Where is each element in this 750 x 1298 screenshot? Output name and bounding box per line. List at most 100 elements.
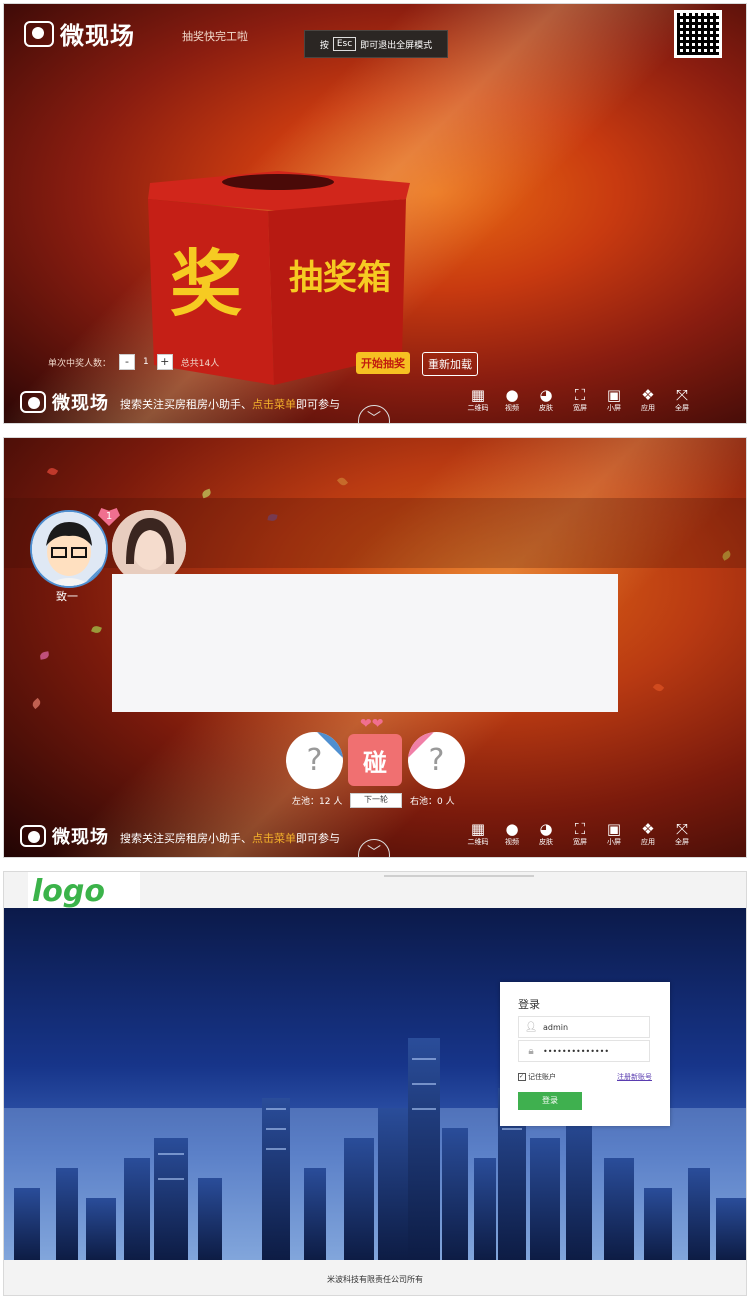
box-glyph: 奖 bbox=[170, 242, 242, 326]
tool-label: 皮肤 bbox=[539, 838, 553, 846]
footer-brand-name: 微现场 bbox=[52, 827, 109, 848]
next-round-button[interactable]: 下一轮 bbox=[350, 793, 402, 808]
blank-overlay-panel bbox=[112, 574, 618, 712]
tool-fullscreen[interactable]: ⤧ 全屏 bbox=[672, 387, 692, 413]
right-slot: ? ♀ bbox=[408, 732, 465, 789]
tool-label: 全屏 bbox=[675, 838, 689, 846]
tool-skin[interactable]: ◕ 皮肤 bbox=[536, 821, 556, 847]
falling-leaf bbox=[46, 466, 59, 477]
tool-label: 宽屏 bbox=[573, 838, 587, 846]
palette-icon: ◕ bbox=[539, 386, 553, 404]
left-slot: ? ♂ bbox=[286, 732, 343, 789]
remember-me[interactable]: ✓ 记住账户 bbox=[518, 1072, 556, 1082]
video-icon: ● bbox=[505, 386, 519, 404]
footer-brand: 微现场 bbox=[20, 823, 109, 849]
user-icon: 👤︎ bbox=[524, 1021, 538, 1033]
password-field[interactable]: 🔒︎ •••••••••••••• bbox=[518, 1040, 650, 1062]
increment-button[interactable]: + bbox=[156, 354, 173, 370]
city-skyline-background: 登录 👤︎ admin 🔒︎ •••••••••••••• ✓ 记住账户 注册新… bbox=[4, 908, 746, 1260]
user-avatar-2[interactable] bbox=[112, 510, 186, 584]
tool-small[interactable]: ▣ 小屏 bbox=[604, 821, 624, 847]
esc-hint: 按 Esc 即可退出全屏模式 bbox=[304, 30, 448, 58]
brand-logo: 微现场 bbox=[24, 16, 135, 51]
register-link[interactable]: 注册新账号 bbox=[617, 1072, 652, 1082]
esc-hint-prefix: 按 bbox=[319, 40, 329, 51]
username-field[interactable]: 👤︎ admin bbox=[518, 1016, 650, 1038]
winners-label: 单次中奖人数： bbox=[48, 358, 112, 369]
reload-button[interactable]: 重新加载 bbox=[422, 352, 478, 376]
footer-brand: 微现场 bbox=[20, 389, 109, 415]
apps-icon: ❖ bbox=[641, 386, 655, 404]
apps-icon: ❖ bbox=[641, 820, 655, 838]
footer-brand-icon bbox=[20, 825, 46, 847]
right-pool-count: 右池：0 人 bbox=[410, 797, 455, 807]
tool-label: 二维码 bbox=[467, 838, 489, 846]
divider bbox=[384, 875, 534, 877]
toolbar: ▦ 二维码 ● 视频 ◕ 皮肤 ⛶ 宽屏 ▣ 小屏 ❖ 应用 ⤧ 全屏 bbox=[468, 821, 692, 847]
tool-wide[interactable]: ⛶ 宽屏 bbox=[570, 387, 590, 413]
tool-label: 二维码 bbox=[467, 404, 489, 412]
footer-slogan-pre: 搜索关注买房租房小助手、 bbox=[120, 832, 252, 845]
user-avatar[interactable]: ♂ bbox=[30, 510, 108, 588]
tool-video[interactable]: ● 视频 bbox=[502, 387, 522, 413]
footer-brand-icon bbox=[20, 391, 46, 413]
falling-leaf bbox=[30, 697, 43, 710]
footer-slogan: 搜索关注买房租房小助手、点击菜单即可参与 bbox=[120, 830, 340, 846]
decrement-button[interactable]: - bbox=[119, 354, 136, 370]
tool-label: 全屏 bbox=[675, 404, 689, 412]
tool-label: 皮肤 bbox=[539, 404, 553, 412]
falling-leaf bbox=[336, 475, 349, 488]
left-pool-count: 左池：12 人 bbox=[292, 797, 343, 807]
question-icon: ? bbox=[306, 743, 323, 778]
esc-key: Esc bbox=[332, 37, 357, 51]
footer-bar: 微现场 搜索关注买房租房小助手、点击菜单即可参与 ▦ 二维码 ● 视频 ◕ 皮肤 ⛶ 宽… bbox=[4, 383, 746, 423]
bump-button[interactable]: 碰 bbox=[348, 734, 402, 786]
login-form: 登录 👤︎ admin 🔒︎ •••••••••••••• ✓ 记住账户 注册新… bbox=[500, 982, 670, 1126]
username-value: admin bbox=[543, 1022, 569, 1032]
login-title: 登录 bbox=[518, 998, 540, 1011]
tool-qr[interactable]: ▦ 二维码 bbox=[467, 386, 489, 413]
tool-label: 视频 bbox=[505, 838, 519, 846]
pairing-game-screen: ♂ 1 致一 ❤❤ ? ♂ 碰 ? ♀ 左池：12 人 下一轮 右池：0 人 微… bbox=[3, 437, 747, 858]
chevron-down-icon[interactable]: ﹀ bbox=[358, 405, 390, 423]
maximize-icon: ⛶ bbox=[574, 820, 586, 838]
site-logo: logo bbox=[32, 874, 105, 909]
login-button[interactable]: 登录 bbox=[518, 1092, 582, 1110]
tool-label: 宽屏 bbox=[573, 404, 587, 412]
chevron-down-icon[interactable]: ﹀ bbox=[358, 839, 390, 857]
photo-avatar-icon bbox=[112, 510, 186, 584]
password-value: •••••••••••••• bbox=[543, 1046, 610, 1056]
remember-checkbox[interactable]: ✓ bbox=[518, 1073, 526, 1081]
tool-wide[interactable]: ⛶ 宽屏 bbox=[570, 821, 590, 847]
tool-small[interactable]: ▣ 小屏 bbox=[604, 387, 624, 413]
qr-code[interactable] bbox=[674, 10, 722, 58]
person-name: 致一 bbox=[56, 590, 78, 603]
total-count: 总共14人 bbox=[180, 358, 220, 369]
minimize-icon: ▣ bbox=[606, 386, 622, 404]
qr-icon: ▦ bbox=[470, 386, 486, 404]
tool-label: 视频 bbox=[505, 404, 519, 412]
footer-slogan: 搜索关注买房租房小助手、点击菜单即可参与 bbox=[120, 396, 340, 412]
tool-qr[interactable]: ▦ 二维码 bbox=[467, 821, 489, 847]
heart-icon: ❤❤ bbox=[360, 716, 384, 732]
footer-slogan-post: 即可参与 bbox=[296, 832, 340, 845]
top-caption: 抽奖快完工啦 bbox=[182, 30, 248, 43]
footer-slogan-highlight: 点击菜单 bbox=[252, 832, 296, 845]
winners-value: 1 bbox=[143, 357, 149, 367]
tool-apps[interactable]: ❖ 应用 bbox=[638, 821, 658, 847]
tool-fullscreen[interactable]: ⤧ 全屏 bbox=[672, 821, 692, 847]
brand-name: 微现场 bbox=[60, 22, 135, 50]
minimize-icon: ▣ bbox=[606, 820, 622, 838]
qr-code-pattern bbox=[677, 13, 719, 55]
tool-label: 小屏 bbox=[607, 838, 621, 846]
tool-video[interactable]: ● 视频 bbox=[502, 821, 522, 847]
question-icon: ? bbox=[428, 743, 445, 778]
start-draw-button[interactable]: 开始抽奖 bbox=[356, 352, 410, 374]
tool-apps[interactable]: ❖ 应用 bbox=[638, 387, 658, 413]
tool-label: 应用 bbox=[641, 838, 655, 846]
remember-label: 记住账户 bbox=[528, 1073, 556, 1081]
fullscreen-icon: ⤧ bbox=[675, 820, 688, 838]
tool-skin[interactable]: ◕ 皮肤 bbox=[536, 387, 556, 413]
falling-leaf bbox=[652, 681, 665, 694]
falling-leaf bbox=[201, 488, 212, 499]
